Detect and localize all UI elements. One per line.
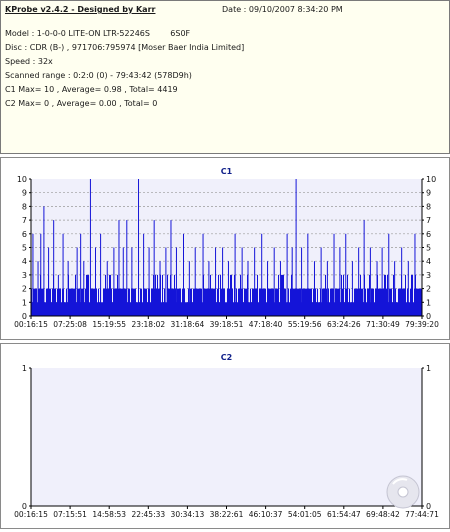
app-title: KProbe v2.4.2 - Designed by Karr [5,5,156,14]
x-tick-label: 00:16:15 [14,510,48,519]
x-tick-label: 55:19:56 [288,320,322,329]
x-tick-label: 23:18:02 [131,320,165,329]
plot-area [31,368,422,506]
x-tick-label: 22:45:33 [131,510,165,519]
y-tick-label-left: 1 [22,364,27,373]
c2-stats: C2 Max= 0 , Average= 0.00 , Total= 0 [5,99,158,108]
y-tick-label-right: 10 [426,175,436,184]
chart-title: C1 [221,167,233,176]
disc-icon [386,475,420,509]
y-tick-label-right: 2 [426,285,431,294]
y-tick-label-right: 1 [426,364,431,373]
x-tick-label: 31:18:64 [171,320,205,329]
x-tick-label: 15:19:55 [92,320,126,329]
y-tick-label-left: 7 [22,216,27,225]
y-tick-label-left: 5 [22,244,27,253]
x-tick-label: 63:24:26 [327,320,361,329]
x-tick-label: 61:54:47 [327,510,361,519]
y-tick-label-left: 1 [22,298,27,307]
y-tick-label-right: 7 [426,216,431,225]
x-tick-label: 39:18:51 [210,320,244,329]
y-tick-label-left: 6 [22,230,27,239]
chart-title: C2 [221,353,232,362]
c1-chart-panel: C1 0 0 1 1 2 2 3 3 4 4 5 5 6 6 7 7 8 8 9 9 10 10 00:16:15 07:25:… [0,157,450,340]
x-tick-label: 07:15:51 [53,510,87,519]
x-tick-label: 47:18:40 [249,320,283,329]
x-tick-label: 54:01:05 [288,510,322,519]
disc-info-panel: KProbe v2.4.2 - Designed by Karr Date : … [0,0,450,154]
c1-stats: C1 Max= 10 , Average= 0.98 , Total= 4419 [5,85,178,94]
y-tick-label-left: 8 [22,202,27,211]
drive-model: Model : 1-0-0-0 LITE-ON LTR-52246S 6S0F [5,29,191,38]
x-tick-label: 79:39:20 [405,320,439,329]
disc-type: Disc : CDR (B-) , 971706:795974 [Moser B… [5,43,245,52]
y-tick-label-right: 5 [426,244,431,253]
x-tick-label: 14:58:53 [92,510,126,519]
y-tick-label-left: 9 [22,189,27,198]
y-tick-label-right: 9 [426,189,431,198]
y-tick-label-left: 10 [17,175,27,184]
x-tick-label: 30:34:13 [171,510,205,519]
c1-chart: C10 01 12 23 34 45 56 67 78 89 910 1000:16:15 07:25:… [14,167,439,329]
y-tick-label-right: 8 [426,202,431,211]
y-tick-label-left: 3 [22,271,27,280]
disc-hole [397,486,409,498]
scan-speed: Speed : 32x [5,57,53,66]
c2-chart: C20 01 100:16:15 07:15:51 14:58:53 22:45:33 30… [14,353,439,519]
x-tick-label: 71:30:49 [366,320,400,329]
y-tick-label-right: 4 [426,257,431,266]
y-tick-label-right: 1 [426,298,431,307]
x-tick-label: 00:16:15 [14,320,48,329]
x-tick-label: 38:22:61 [210,510,244,519]
y-tick-label-right: 3 [426,271,431,280]
scan-date: Date : 09/10/2007 8:34:20 PM [222,5,343,14]
x-tick-label: 07:25:08 [53,320,87,329]
c2-chart-panel: C2 0 0 1 1 00:16:15 07:15:51 14:58:53 22:45:33 30… [0,343,450,529]
x-tick-label: 46:10:37 [249,510,283,519]
x-tick-label: 69:48:42 [366,510,400,519]
x-tick-label: 77:44:71 [405,510,439,519]
scanned-range: Scanned range : 0:2:0 (0) - 79:43:42 (57… [5,71,192,80]
y-tick-label-left: 2 [22,285,27,294]
y-tick-label-left: 4 [22,257,27,266]
y-tick-label-right: 6 [426,230,431,239]
